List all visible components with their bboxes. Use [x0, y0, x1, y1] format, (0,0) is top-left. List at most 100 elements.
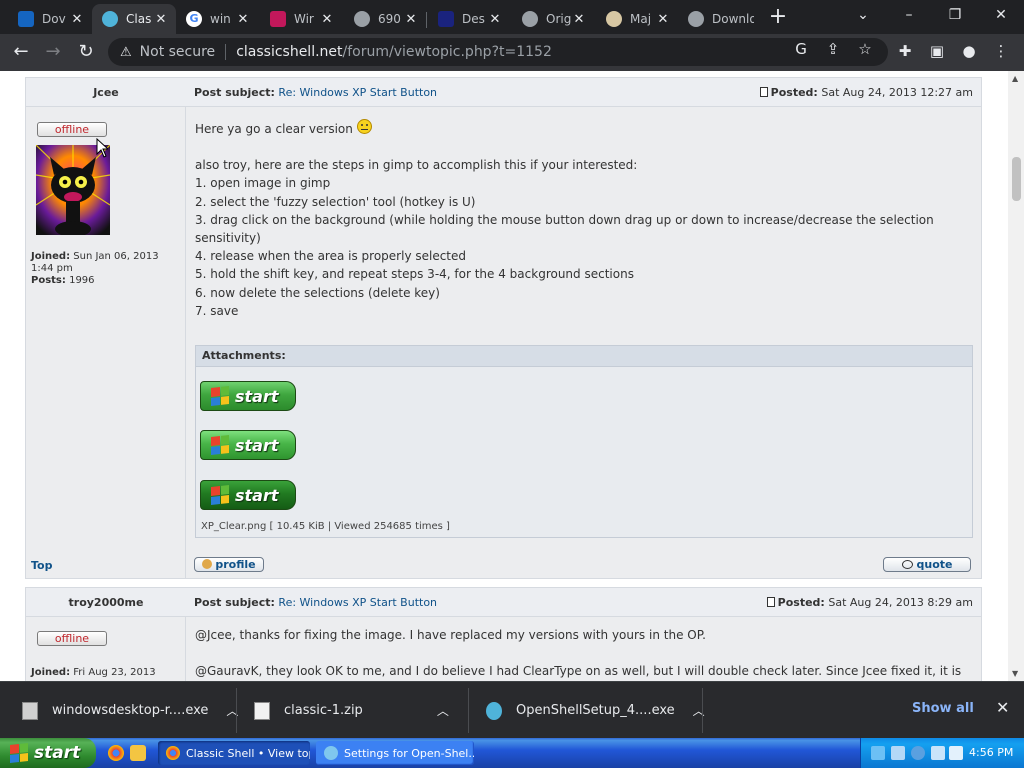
- minimize-icon[interactable]: –: [886, 4, 932, 28]
- show-all-downloads-link[interactable]: Show all: [912, 701, 974, 716]
- close-tab-icon[interactable]: ✕: [320, 12, 334, 27]
- restore-icon[interactable]: ❐: [932, 4, 978, 28]
- help-icon[interactable]: [871, 746, 885, 760]
- avatar-icon: [606, 11, 622, 27]
- omnibox-divider: [225, 44, 227, 60]
- volume-icon[interactable]: [949, 746, 963, 760]
- attachment-start-button-3[interactable]: start: [200, 480, 296, 510]
- profile-button[interactable]: profile: [194, 557, 264, 572]
- extensions-icon[interactable]: ✚: [894, 42, 916, 60]
- close-window-icon[interactable]: ✕: [978, 4, 1024, 28]
- tab-5[interactable]: 690 ✕: [344, 4, 426, 34]
- side-panel-icon[interactable]: ▣: [926, 42, 948, 60]
- join-info: Joined: Fri Aug 23, 2013: [31, 667, 181, 679]
- url-host[interactable]: classicshell.net: [236, 44, 342, 60]
- tab-7[interactable]: Orig ✕: [512, 4, 594, 34]
- post-subject: Post subject: Re: Windows XP Start Butto…: [194, 596, 437, 609]
- post-author[interactable]: Jcee: [26, 86, 186, 99]
- joined-date: Fri Aug 23, 2013: [73, 667, 156, 678]
- folder-quicklaunch-icon[interactable]: [130, 745, 146, 761]
- close-tab-icon[interactable]: ✕: [154, 12, 168, 27]
- page-scrollbar[interactable]: ▲ ▼: [1008, 71, 1024, 681]
- back-icon[interactable]: ←: [8, 40, 34, 66]
- tab-3[interactable]: G win ✕: [176, 4, 258, 34]
- post-line: Here ya go a clear version: [195, 119, 955, 138]
- tab-1[interactable]: Dov ✕: [8, 4, 92, 34]
- download-item-3[interactable]: OpenShellSetup_4....exe ︿: [486, 682, 705, 739]
- taskbar-item-settings[interactable]: Settings for Open-Shel...: [316, 741, 474, 765]
- warning-icon[interactable]: ⚠: [120, 45, 132, 60]
- post-line: also troy, here are the steps in gimp to…: [195, 158, 638, 173]
- post-line: 4. release when the area is properly sel…: [195, 249, 467, 264]
- page-viewport: Jcee Post subject: Re: Windows XP Start …: [0, 71, 1024, 681]
- scroll-up-arrow-icon[interactable]: ▲: [1012, 74, 1018, 83]
- close-tab-icon[interactable]: ✕: [656, 12, 670, 27]
- close-tab-icon[interactable]: ✕: [572, 12, 586, 27]
- smiley-icon: [356, 119, 372, 134]
- post-icon[interactable]: [759, 87, 768, 97]
- avatar[interactable]: [36, 145, 110, 235]
- taskbar: start Classic Shell • View top... Settin…: [0, 738, 1024, 768]
- top-link[interactable]: Top: [31, 559, 52, 572]
- tab-separator: [426, 12, 427, 28]
- attachments-header: Attachments:: [196, 346, 972, 367]
- tab-1-label: Dov: [42, 12, 66, 26]
- clock: 4:56 PM: [969, 746, 1014, 759]
- network-icon[interactable]: [891, 746, 905, 760]
- tab-6[interactable]: Des ✕: [428, 4, 510, 34]
- zip-file-icon: [254, 701, 270, 720]
- download-filename: OpenShellSetup_4....exe: [516, 703, 675, 718]
- download-separator: [468, 688, 469, 733]
- tab-2-active[interactable]: Clas ✕: [92, 4, 176, 34]
- bookmark-star-icon[interactable]: ☆: [854, 40, 876, 58]
- scroll-down-arrow-icon[interactable]: ▼: [1012, 669, 1018, 678]
- download-item-2[interactable]: classic-1.zip ︿: [254, 682, 449, 739]
- taskbar-item-chrome[interactable]: Classic Shell • View top...: [158, 741, 310, 765]
- address-bar[interactable]: ⚠ Not secure classicshell.net/forum/view…: [108, 38, 888, 66]
- post-line: @Jcee, thanks for fixing the image. I ha…: [195, 628, 706, 642]
- tab-9[interactable]: Downlo: [678, 4, 762, 34]
- close-tab-icon[interactable]: ✕: [236, 12, 250, 27]
- globe-icon: [688, 11, 704, 27]
- offline-status-badge: offline: [37, 631, 107, 646]
- subject-link[interactable]: Re: Windows XP Start Button: [278, 596, 437, 609]
- forward-icon[interactable]: →: [40, 40, 66, 66]
- subject-link[interactable]: Re: Windows XP Start Button: [278, 86, 437, 99]
- profile-icon[interactable]: ●: [958, 42, 980, 60]
- sync-icon[interactable]: [911, 746, 925, 760]
- close-tab-icon[interactable]: ✕: [488, 12, 502, 27]
- download-filename: windowsdesktop-r....exe: [52, 703, 209, 718]
- url-path[interactable]: /forum/viewtopic.php?t=1152: [343, 44, 552, 60]
- scrollbar-thumb[interactable]: [1012, 157, 1021, 201]
- quote-button[interactable]: quote: [883, 557, 971, 572]
- tab-4[interactable]: Wir ✕: [260, 4, 342, 34]
- display-icon[interactable]: [931, 746, 945, 760]
- tab-search-icon[interactable]: ⌄: [840, 4, 886, 28]
- mouse-cursor-icon: [96, 138, 108, 158]
- download-item-1[interactable]: windowsdesktop-r....exe ︿: [22, 682, 238, 739]
- posted-label: Posted:: [777, 596, 825, 609]
- reload-icon[interactable]: ↻: [73, 40, 99, 66]
- post-author[interactable]: troy2000me: [26, 596, 186, 609]
- post-divider: [25, 579, 982, 587]
- chrome-quicklaunch-icon[interactable]: [108, 745, 124, 761]
- posts-label: Posts:: [31, 275, 66, 286]
- google-lens-icon[interactable]: G: [790, 40, 812, 58]
- post-line: @GauravK, they look OK to me, and I do b…: [195, 664, 962, 679]
- security-label[interactable]: Not secure: [140, 44, 216, 60]
- chevron-up-icon[interactable]: ︿: [437, 702, 449, 719]
- post-icon[interactable]: [766, 597, 775, 607]
- close-icon[interactable]: ✕: [996, 698, 1009, 717]
- close-tab-icon[interactable]: ✕: [70, 12, 84, 27]
- posted-date: Sat Aug 24, 2013 12:27 am: [821, 86, 973, 99]
- tab-8[interactable]: Maj ✕: [596, 4, 678, 34]
- new-tab-button[interactable]: +: [766, 6, 790, 30]
- attachment-start-button-1[interactable]: start: [200, 381, 296, 411]
- start-label: start: [235, 435, 279, 455]
- classic-shell-icon: [486, 701, 502, 720]
- start-button[interactable]: start: [0, 738, 96, 768]
- attachment-start-button-2[interactable]: start: [200, 430, 296, 460]
- menu-icon[interactable]: ⋮: [990, 42, 1012, 60]
- close-tab-icon[interactable]: ✕: [404, 12, 418, 27]
- share-icon[interactable]: ⇪: [822, 40, 844, 58]
